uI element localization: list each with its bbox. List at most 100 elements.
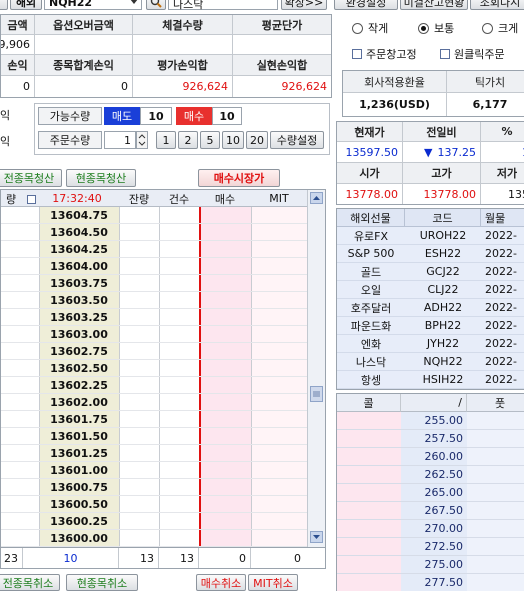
- mit-cell[interactable]: [251, 224, 307, 241]
- prev-button[interactable]: [0, 0, 8, 10]
- cancel-mit-button[interactable]: MIT취소: [248, 574, 298, 591]
- close-current-button[interactable]: 현종목청산: [66, 169, 136, 187]
- count-cell[interactable]: [159, 479, 199, 496]
- mit-cell[interactable]: [251, 411, 307, 428]
- strike-cell[interactable]: 255.00: [401, 412, 467, 429]
- qty-10-button[interactable]: 10: [222, 131, 244, 149]
- buy-cell[interactable]: [199, 377, 251, 394]
- strike-cell[interactable]: 262.50: [401, 466, 467, 483]
- scroll-thumb[interactable]: [310, 386, 323, 402]
- price-cell[interactable]: 13600.75: [39, 479, 119, 496]
- price-cell[interactable]: 13602.00: [39, 394, 119, 411]
- price-cell[interactable]: 13603.75: [39, 275, 119, 292]
- overseas-button[interactable]: 해외: [10, 0, 42, 10]
- mit-cell[interactable]: [251, 343, 307, 360]
- radio-small[interactable]: 작게: [352, 20, 388, 36]
- buy-cell[interactable]: [199, 309, 251, 326]
- mit-cell[interactable]: [251, 394, 307, 411]
- open-position-tab[interactable]: 미결잔고현황: [400, 0, 468, 10]
- radio-selected-icon[interactable]: [418, 22, 429, 34]
- count-cell[interactable]: [159, 258, 199, 275]
- checkbox-icon[interactable]: [352, 49, 362, 59]
- count-cell[interactable]: [159, 360, 199, 377]
- count-cell[interactable]: [159, 411, 199, 428]
- symbol-input[interactable]: NQH22: [44, 0, 142, 10]
- remain-cell[interactable]: [119, 292, 159, 309]
- buy-cell[interactable]: [199, 428, 251, 445]
- radio-large[interactable]: 크게: [482, 20, 518, 36]
- strike-cell[interactable]: 270.00: [401, 520, 467, 537]
- mit-cell[interactable]: [251, 292, 307, 309]
- count-cell[interactable]: [159, 207, 199, 224]
- remain-cell[interactable]: [119, 479, 159, 496]
- cancel-all-button[interactable]: 전종목취소: [0, 574, 60, 591]
- mit-cell[interactable]: [251, 241, 307, 258]
- price-cell[interactable]: 13604.00: [39, 258, 119, 275]
- count-cell[interactable]: [159, 394, 199, 411]
- count-cell[interactable]: [159, 292, 199, 309]
- remain-cell[interactable]: [119, 258, 159, 275]
- buy-cell[interactable]: [199, 207, 251, 224]
- scroll-up-icon[interactable]: [310, 192, 323, 204]
- mit-cell[interactable]: [251, 445, 307, 462]
- price-cell[interactable]: 13604.25: [39, 241, 119, 258]
- remain-cell[interactable]: [119, 445, 159, 462]
- count-cell[interactable]: [159, 377, 199, 394]
- market-buy-button[interactable]: 매수시장가: [198, 169, 280, 187]
- remain-cell[interactable]: [119, 377, 159, 394]
- strike-cell[interactable]: 277.50: [401, 574, 467, 591]
- stepper-arrows-icon[interactable]: [137, 132, 147, 148]
- chevron-down-icon[interactable]: [130, 0, 138, 4]
- fix-window-checkbox[interactable]: 주문창고정: [352, 46, 417, 62]
- mit-cell[interactable]: [251, 530, 307, 547]
- buy-cell[interactable]: [199, 479, 251, 496]
- radio-icon[interactable]: [482, 22, 493, 34]
- count-cell[interactable]: [159, 530, 199, 547]
- buy-cell[interactable]: [199, 496, 251, 513]
- mit-cell[interactable]: [251, 479, 307, 496]
- count-cell[interactable]: [159, 326, 199, 343]
- qty-5-button[interactable]: 5: [200, 131, 220, 149]
- list-item[interactable]: 호주달러 ADH22 2022-: [337, 299, 524, 317]
- search-icon[interactable]: [146, 0, 166, 10]
- close-all-button[interactable]: 전종목청산: [0, 169, 62, 187]
- price-cell[interactable]: 13600.25: [39, 513, 119, 530]
- price-cell[interactable]: 13602.50: [39, 360, 119, 377]
- scroll-down-icon[interactable]: [310, 531, 323, 543]
- price-cell[interactable]: 13600.50: [39, 496, 119, 513]
- cancel-buy-button[interactable]: 매수취소: [196, 574, 246, 591]
- buy-cell[interactable]: [199, 394, 251, 411]
- ladder-scrollbar[interactable]: [307, 190, 325, 547]
- strike-cell[interactable]: 275.00: [401, 556, 467, 573]
- remain-cell[interactable]: [119, 462, 159, 479]
- remain-cell[interactable]: [119, 428, 159, 445]
- strike-cell[interactable]: 257.50: [401, 430, 467, 447]
- checkbox-icon[interactable]: [27, 195, 36, 204]
- qty-20-button[interactable]: 20: [246, 131, 268, 149]
- list-item[interactable]: S&P 500 ESH22 2022-: [337, 245, 524, 263]
- buy-cell[interactable]: [199, 513, 251, 530]
- qty-2-button[interactable]: 2: [178, 131, 198, 149]
- cancel-current-button[interactable]: 현종목취소: [66, 574, 138, 591]
- price-cell[interactable]: 13602.75: [39, 343, 119, 360]
- remain-cell[interactable]: [119, 224, 159, 241]
- price-cell[interactable]: 13601.00: [39, 462, 119, 479]
- list-item[interactable]: 골드 GCJ22 2022-: [337, 263, 524, 281]
- checkbox-icon[interactable]: [440, 49, 450, 59]
- price-cell[interactable]: 13603.00: [39, 326, 119, 343]
- mit-cell[interactable]: [251, 462, 307, 479]
- order-qty-input[interactable]: 1: [104, 131, 136, 149]
- mit-cell[interactable]: [251, 207, 307, 224]
- qty-1-button[interactable]: 1: [156, 131, 176, 149]
- ladder-checkbox[interactable]: [27, 194, 40, 207]
- count-cell[interactable]: [159, 224, 199, 241]
- list-item[interactable]: 나스닥 NQH22 2022-: [337, 353, 524, 371]
- remain-cell[interactable]: [119, 360, 159, 377]
- buy-cell[interactable]: [199, 292, 251, 309]
- settings-tab[interactable]: 환경설정: [334, 0, 398, 10]
- price-cell[interactable]: 13603.25: [39, 309, 119, 326]
- remain-cell[interactable]: [119, 326, 159, 343]
- price-cell[interactable]: 13600.00: [39, 530, 119, 547]
- remain-cell[interactable]: [119, 207, 159, 224]
- buy-cell[interactable]: [199, 411, 251, 428]
